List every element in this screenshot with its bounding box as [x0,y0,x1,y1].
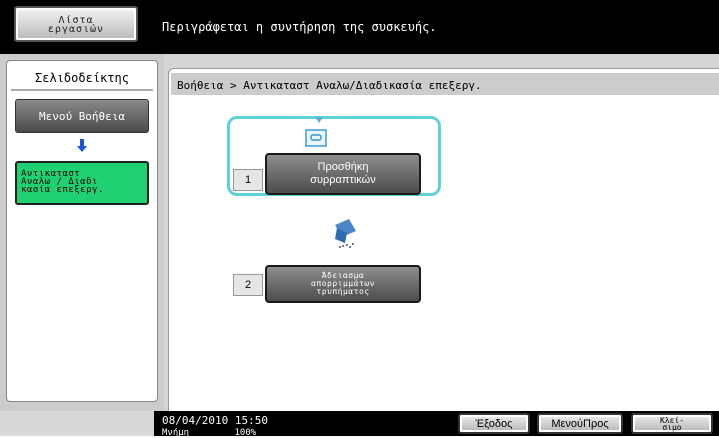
exit-button[interactable]: Έξοδος [458,413,530,434]
punch-waste-icon [335,219,356,248]
add-staples-label-line2: συρραπτικών [310,174,376,186]
main-content: Βοήθεια > Αντικαταστ Αναλω/Διαδικασία επ… [168,68,719,411]
job-list-button[interactable]: Λίστα εργασιών [14,6,138,42]
status-message: Περιγράφεται η συντήρηση της συσκευής. [162,20,437,34]
bookmark-divider [11,89,153,91]
add-staples-label-line1: Προσθήκη [317,161,369,173]
empty-punch-waste-label: Άδειασμα απορριμμάτων τρυπήματος [311,272,375,296]
job-list-label-line2: εργασιών [47,24,105,35]
step-number: 2 [233,274,263,296]
help-menu-button[interactable]: Μενού Βοήθεια [15,99,149,133]
menu-label: ΜενούΠρος [551,417,609,430]
help-menu-label: Μενού Βοήθεια [38,109,126,123]
close-button[interactable]: Κλεί- σιμο [631,413,713,434]
bottom-left-area [0,411,154,436]
current-item-line3: κασία επεξεργ. [21,185,104,195]
bookmark-title: Σελιδοδείκτης [35,71,129,85]
current-bookmark-item[interactable]: Αντικαταστ Αναλω / Διαδι κασία επεξεργ. [15,161,149,205]
main-panel: Βοήθεια > Αντικαταστ Αναλω/Διαδικασία επ… [164,54,719,411]
bookmark-panel: Σελιδοδείκτης Μενού Βοήθεια Αντικαταστ Α… [0,54,164,411]
memory-value: 100% [234,428,257,438]
arrow-down-icon [77,139,87,152]
add-staples-label: Προσθήκη συρραπτικών [310,161,376,187]
step-number: 1 [233,169,263,191]
breadcrumb: Βοήθεια > Αντικαταστ Αναλω/Διαδικασία επ… [171,73,719,95]
memory-label: Μνήμη [162,428,190,438]
empty-punch-waste-line3: τρυπήματος [316,287,370,296]
date-time: 08/04/2010 15:50 [162,414,268,427]
menu-button[interactable]: ΜενούΠρος [537,413,623,434]
bookmark-list: Σελιδοδείκτης Μενού Βοήθεια Αντικαταστ Α… [6,60,158,402]
bottom-bar: 08/04/2010 15:50 Μνήμη 100% Έξοδος Μενού… [0,411,719,438]
close-label-line2: σιμο [662,422,682,432]
add-staples-button[interactable]: Προσθήκη συρραπτικών [265,153,421,195]
empty-punch-waste-button[interactable]: Άδειασμα απορριμμάτων τρυπήματος [265,265,421,303]
top-bar: Λίστα εργασιών Περιγράφεται η συντήρηση … [0,0,719,54]
memory-status: Μνήμη 100% [162,428,256,438]
exit-label: Έξοδος [475,417,513,430]
pointer-triangle-icon [315,117,323,123]
staple-icon [305,129,327,147]
